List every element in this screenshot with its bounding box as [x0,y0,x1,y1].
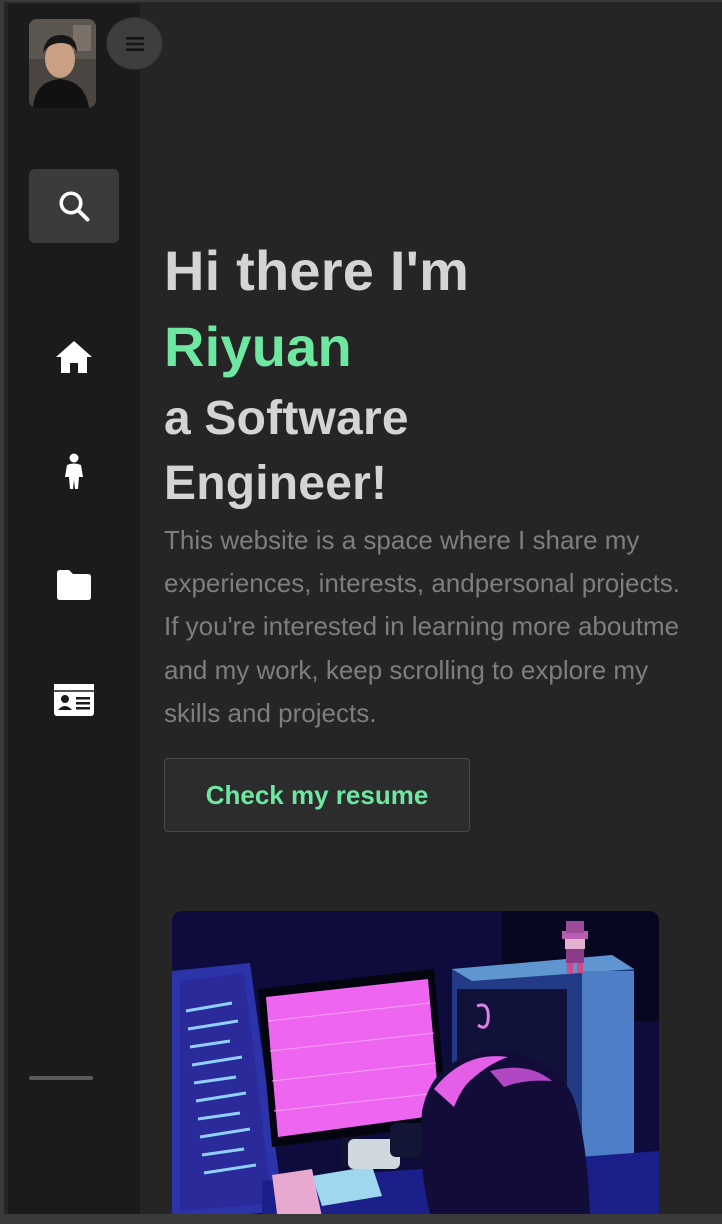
search-icon [59,191,90,222]
hero-heading-line3: a Software [164,392,409,445]
nav-projects[interactable] [46,562,102,608]
pixel-art-coder-image [172,911,659,1221]
person-icon [65,453,83,489]
menu-toggle-button[interactable] [106,17,163,70]
sidebar-divider [29,1076,93,1080]
nav-contact[interactable] [46,677,102,723]
hero-heading-line1: Hi there I'm [164,239,470,302]
search-button[interactable] [29,169,119,243]
contact-card-icon [54,684,94,716]
app-frame: Hi there I'm Riyuan a Software Engineer!… [0,0,722,1224]
nav-about[interactable] [46,449,102,495]
folder-icon [57,570,91,600]
hero-name: Riyuan [164,315,352,378]
check-resume-button[interactable]: Check my resume [164,758,470,832]
intro-paragraph: This website is a space where I share my… [164,525,680,728]
bottom-edge [0,1214,722,1224]
hamburger-icon [125,36,144,51]
home-icon [56,341,92,373]
hero-heading-line4: Engineer! [164,457,388,510]
avatar[interactable] [29,19,96,108]
avatar-photo [29,19,96,108]
hero-illustration [172,911,659,1221]
nav-home[interactable] [46,334,102,380]
sidebar [8,4,140,1216]
